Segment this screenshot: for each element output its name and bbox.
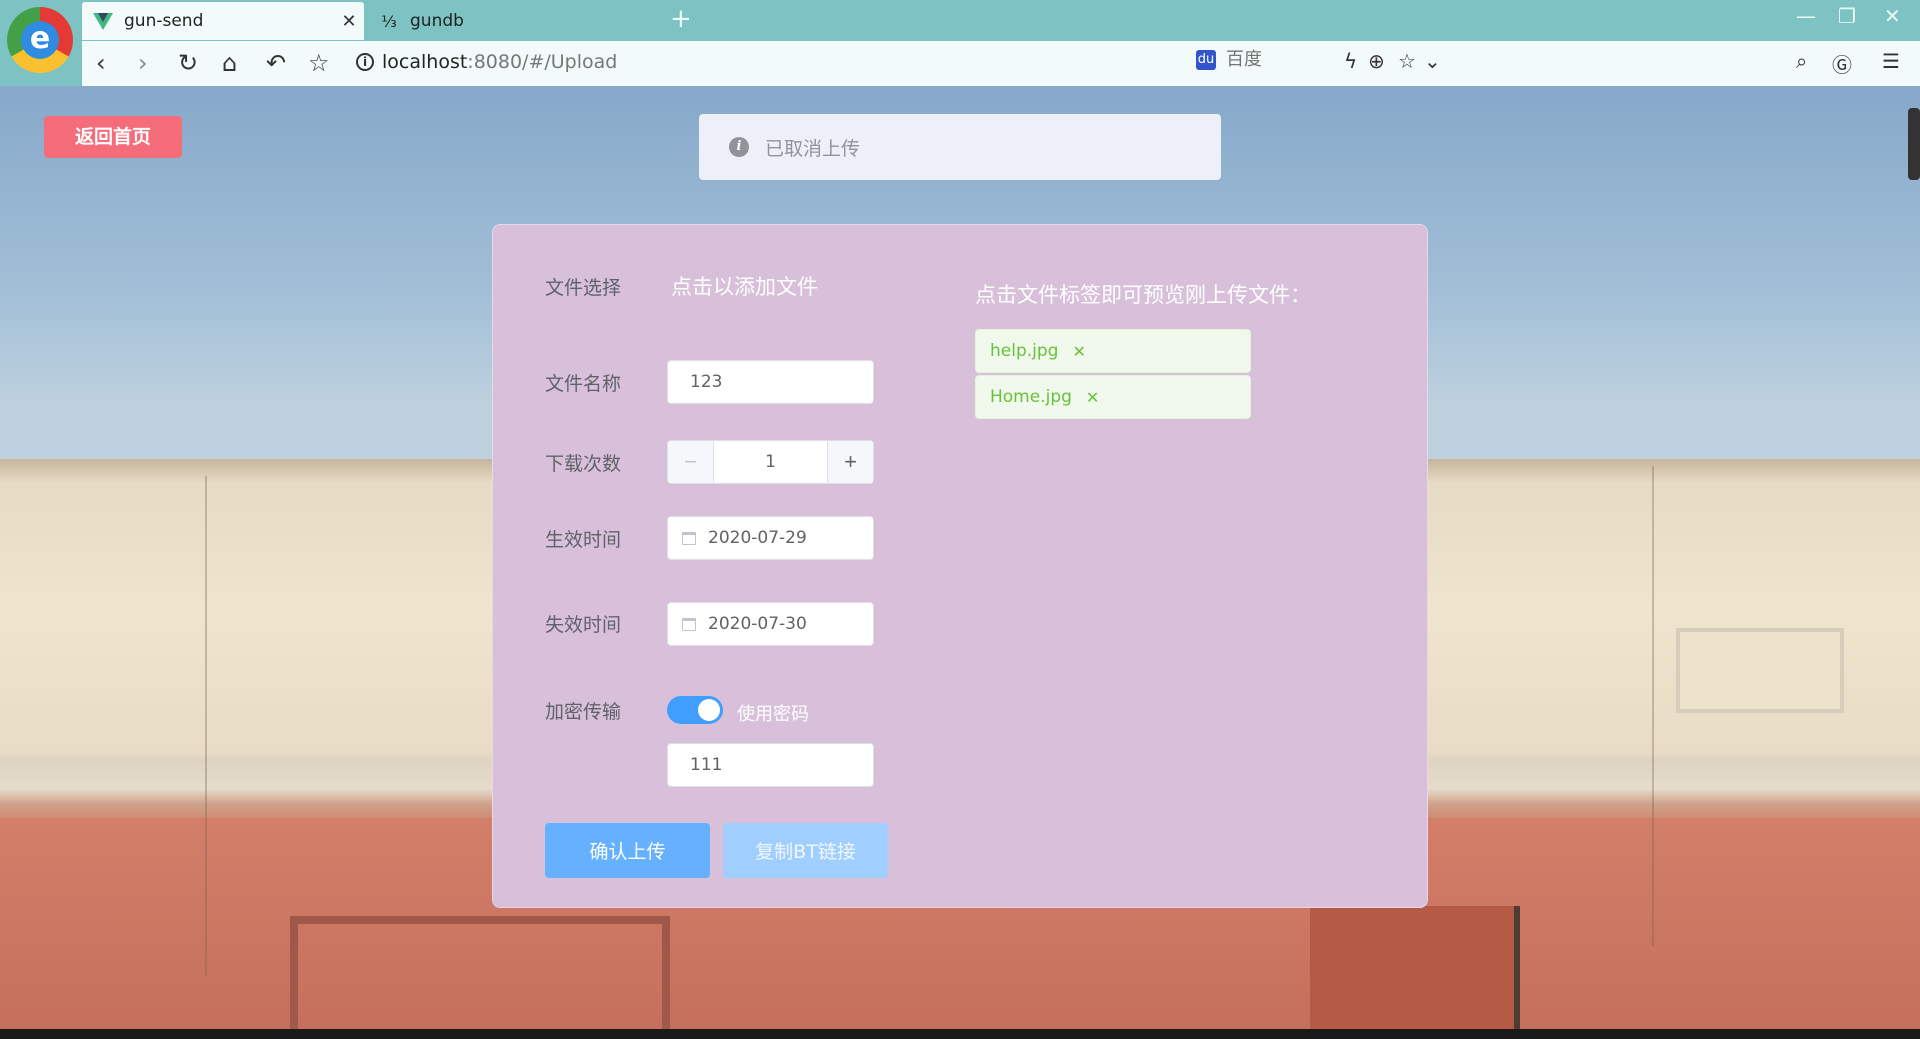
confirm-upload-button[interactable]: 确认上传	[545, 823, 710, 878]
tab-close-icon[interactable]: ✕	[334, 11, 364, 32]
download-count-label: 下载次数	[545, 453, 622, 475]
url-host: localhost	[382, 51, 468, 73]
reload-icon[interactable]: ↻	[178, 49, 198, 77]
baidu-icon[interactable]: du	[1196, 50, 1216, 70]
wall-crack	[205, 476, 207, 976]
tab-gundb[interactable]: ⅓ gundb	[370, 2, 660, 40]
forward-icon[interactable]: ›	[138, 49, 148, 77]
taskbar-strip	[0, 1029, 1920, 1039]
preview-title: 点击文件标签即可预览刚上传文件：	[975, 283, 1311, 307]
start-time-label: 生效时间	[545, 529, 622, 551]
add-file-button[interactable]: 点击以添加文件	[671, 271, 818, 301]
end-date-value: 2020-07-30	[708, 614, 807, 634]
use-password-label: 使用密码	[737, 704, 809, 725]
decrement-button[interactable]: −	[668, 441, 714, 483]
file-name-input[interactable]	[667, 360, 874, 404]
browser-chrome: e gun-send ✕ ⅓ gundb + — ❐ ✕ ‹ › ↻ ⌂ ↶ ☆…	[0, 0, 1920, 86]
increment-button[interactable]: +	[827, 441, 873, 483]
info-icon: i	[729, 137, 749, 157]
status-message-text: 已取消上传	[765, 137, 861, 160]
calendar-icon	[682, 531, 696, 545]
translate-icon[interactable]: Ⓖ	[1832, 49, 1852, 78]
end-date-picker[interactable]: 2020-07-30	[667, 602, 874, 646]
toggle-knob	[698, 699, 720, 721]
gundb-favicon-icon: ⅓	[381, 11, 397, 31]
file-name-label: 文件名称	[545, 373, 622, 395]
browser-logo-icon[interactable]: e	[7, 7, 73, 73]
site-info-icon[interactable]: i	[356, 53, 374, 71]
url-path: :8080/#/Upload	[467, 51, 618, 73]
download-count-stepper: − 1 +	[667, 440, 874, 484]
end-time-label: 失效时间	[545, 614, 622, 636]
scrollbar-thumb[interactable]	[1908, 108, 1920, 180]
tab-title: gundb	[410, 11, 464, 31]
back-icon[interactable]: ‹	[96, 49, 106, 77]
tag-close-icon[interactable]: ✕	[1086, 388, 1099, 407]
window-close-icon[interactable]: ✕	[1884, 4, 1901, 28]
status-message: i 已取消上传	[699, 114, 1221, 180]
new-tab-icon[interactable]: +	[670, 4, 692, 34]
restore-icon[interactable]: ❐	[1838, 4, 1856, 28]
encrypt-toggle[interactable]	[667, 696, 723, 724]
minimize-icon[interactable]: —	[1796, 4, 1816, 28]
copy-bt-link-button[interactable]: 复制BT链接	[723, 823, 888, 878]
undo-icon[interactable]: ↶	[266, 49, 286, 77]
background-brick-door	[1310, 906, 1520, 1029]
menu-icon[interactable]: ☰	[1882, 49, 1900, 73]
tab-title: gun-send	[124, 11, 204, 31]
wall-window	[1676, 628, 1844, 713]
search-input[interactable]	[1226, 49, 1486, 70]
tab-gun-send[interactable]: gun-send ✕	[82, 2, 364, 40]
download-count-value[interactable]: 1	[714, 441, 827, 483]
home-icon[interactable]: ⌂	[222, 49, 237, 77]
file-tag[interactable]: Home.jpg ✕	[975, 375, 1251, 419]
file-tag[interactable]: help.jpg ✕	[975, 329, 1251, 373]
calendar-icon	[682, 617, 696, 631]
back-home-button[interactable]: 返回首页	[44, 116, 182, 158]
encrypt-label: 加密传输	[545, 701, 622, 723]
upload-card: 文件选择 点击以添加文件 文件名称 下载次数 − 1 + 生效时间 2020-0…	[492, 224, 1428, 908]
vue-favicon-icon	[92, 10, 114, 32]
search-icon[interactable]: ⌕	[1796, 49, 1807, 73]
bookmark-star-icon[interactable]: ☆	[308, 49, 330, 77]
address-toolbar: ‹ › ↻ ⌂ ↶ ☆ i localhost:8080/#/Upload ϟ …	[82, 41, 1920, 86]
tag-close-icon[interactable]: ✕	[1072, 342, 1085, 361]
file-tag-label: help.jpg	[990, 341, 1059, 361]
password-input[interactable]	[667, 743, 874, 787]
background-door	[290, 916, 670, 1029]
file-select-label: 文件选择	[545, 277, 622, 299]
file-tag-label: Home.jpg	[990, 387, 1072, 407]
start-date-value: 2020-07-29	[708, 528, 807, 548]
wall-crack	[1652, 466, 1654, 946]
start-date-picker[interactable]: 2020-07-29	[667, 516, 874, 560]
address-bar[interactable]: localhost:8080/#/Upload	[382, 51, 617, 73]
